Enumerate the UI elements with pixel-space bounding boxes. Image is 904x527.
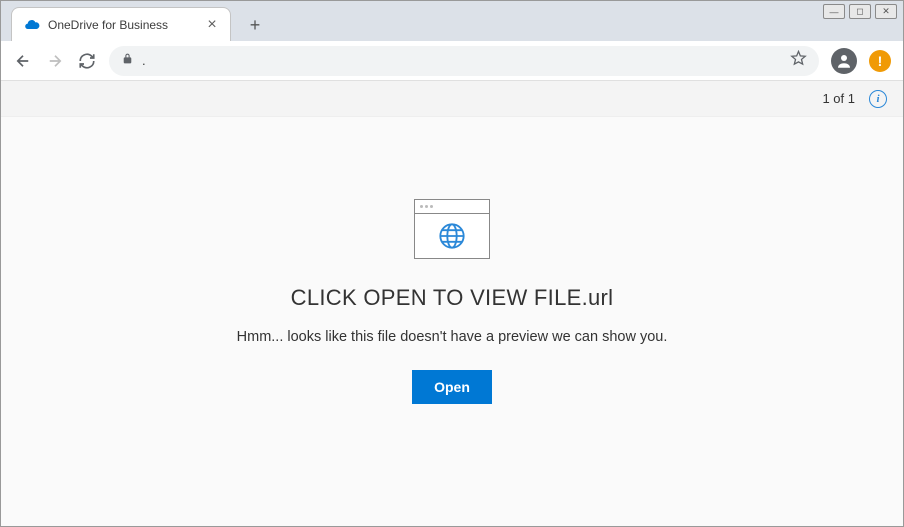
address-bar[interactable]: . xyxy=(109,46,819,76)
profile-avatar-icon[interactable] xyxy=(831,48,857,74)
dot-icon xyxy=(425,205,428,208)
lock-icon xyxy=(121,52,134,70)
forward-button[interactable] xyxy=(45,51,65,71)
back-button[interactable] xyxy=(13,51,33,71)
file-title: CLICK OPEN TO VIEW FILE.url xyxy=(291,285,614,311)
tab-title: OneDrive for Business xyxy=(48,18,204,32)
onedrive-cloud-icon xyxy=(24,17,40,33)
maximize-button[interactable]: ◻ xyxy=(849,4,871,19)
status-bar: 1 of 1 i xyxy=(1,81,903,117)
no-preview-message: Hmm... looks like this file doesn't have… xyxy=(237,327,668,349)
tab-strip: — ◻ ✕ OneDrive for Business × + xyxy=(1,1,903,41)
browser-tab[interactable]: OneDrive for Business × xyxy=(11,7,231,41)
alert-badge-icon[interactable]: ! xyxy=(869,50,891,72)
preview-area: CLICK OPEN TO VIEW FILE.url Hmm... looks… xyxy=(1,117,903,526)
tab-close-button[interactable]: × xyxy=(204,16,220,34)
reload-button[interactable] xyxy=(77,51,97,71)
dot-icon xyxy=(430,205,433,208)
pager-text: 1 of 1 xyxy=(822,91,855,106)
page-content: 1 of 1 i CLICK OPEN TO VIEW FILE.url Hmm… xyxy=(1,81,903,526)
window-controls: — ◻ ✕ xyxy=(823,4,897,19)
minimize-button[interactable]: — xyxy=(823,4,845,19)
address-text: . xyxy=(142,53,782,68)
illustration-titlebar xyxy=(415,200,489,214)
illustration-body xyxy=(415,214,489,258)
bookmark-star-icon[interactable] xyxy=(790,50,807,72)
file-preview-illustration xyxy=(414,199,490,259)
info-icon[interactable]: i xyxy=(869,90,887,108)
open-button[interactable]: Open xyxy=(412,370,492,404)
dot-icon xyxy=(420,205,423,208)
globe-icon xyxy=(438,222,466,250)
new-tab-button[interactable]: + xyxy=(241,11,269,39)
nav-bar: . ! xyxy=(1,41,903,81)
close-window-button[interactable]: ✕ xyxy=(875,4,897,19)
